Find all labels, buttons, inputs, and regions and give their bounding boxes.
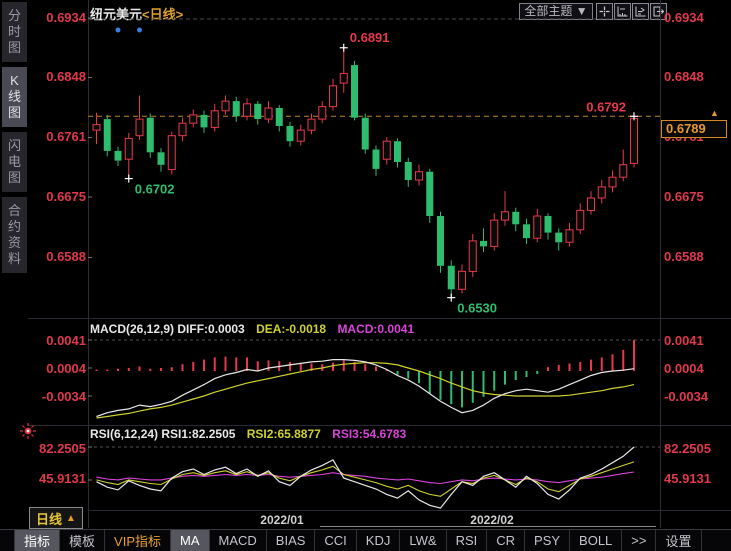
indicator-toolbar: 指标模板VIP指标MAMACDBIASCCIKDJLW&RSICRPSYBOLL… [0, 529, 731, 551]
price-axis-label-right: 0.6675 [664, 190, 726, 204]
date-label: 2022/01 [250, 513, 314, 527]
period-dropdown-button[interactable]: 日线 ▲ [29, 507, 83, 529]
svg-text:0.6530: 0.6530 [457, 301, 497, 316]
price-axis-label-left: 0.6675 [28, 190, 86, 204]
panel-divider [28, 425, 731, 426]
macd-dea-value: DEA:-0.0018 [256, 322, 326, 336]
price-axis-label-right: 0.6588 [664, 250, 726, 264]
price-axis-label-right: 0.6848 [664, 70, 726, 84]
toolbar-item-CCI[interactable]: CCI [315, 530, 356, 551]
price-marker-arrow: ▲ [710, 108, 719, 118]
sidebar-tab-合约资料[interactable]: 合约资料 [2, 197, 27, 273]
rsi-axis-label-left: 45.9131 [28, 472, 86, 486]
rsi-axis-label-right: 82.2505 [664, 442, 726, 456]
rsi2-value: RSI2:65.8877 [247, 427, 321, 441]
date-label: 2022/02 [460, 513, 524, 527]
svg-text:0.6792: 0.6792 [586, 99, 626, 114]
time-axis-line [320, 526, 656, 527]
macd-axis-label-right: 0.0041 [664, 334, 726, 348]
rsi-chart[interactable] [88, 432, 660, 512]
toolbar-item-VIP指标[interactable]: VIP指标 [105, 530, 171, 551]
panel-divider [28, 318, 731, 319]
right-axis-line [660, 0, 661, 528]
price-axis-label-left: 0.6761 [28, 130, 86, 144]
price-axis-label-left: 0.6848 [28, 70, 86, 84]
toolbar-item-PSY[interactable]: PSY [525, 530, 570, 551]
indicator-settings-icon[interactable] [20, 423, 36, 439]
sidebar-tab-K线图[interactable]: K线图 [2, 67, 27, 127]
rsi-axis-label-left: 82.2505 [28, 442, 86, 456]
macd-header: MACD(26,12,9) DIFF:0.0003 DEA:-0.0018 MA… [90, 322, 414, 336]
chart-type-sidebar: 分时图 K线图闪电图合约资料 [2, 2, 27, 278]
rsi3-value: RSI3:54.6783 [332, 427, 406, 441]
rsi-header: RSI(6,12,24) RSI1:82.2505 RSI2:65.8877 R… [90, 427, 406, 441]
rsi-axis-label-right: 45.9131 [664, 472, 726, 486]
macd-diff-value: MACD(26,12,9) DIFF:0.0003 [90, 322, 245, 336]
macd-axis-label-left: 0.0004 [28, 362, 86, 376]
toolbar-item-MACD[interactable]: MACD [210, 530, 267, 551]
toolbar-item-模板[interactable]: 模板 [60, 530, 105, 551]
period-label: 日线 [36, 509, 62, 528]
toolbar-item-LW&[interactable]: LW& [400, 530, 446, 551]
toolbar-item-BOLL[interactable]: BOLL [570, 530, 622, 551]
sidebar-tab-闪电图[interactable]: 闪电图 [2, 132, 27, 192]
current-price-box: 0.6789 [661, 120, 727, 138]
candlestick-chart[interactable]: 0.6702 0.6891 0.6530 0.6792 [88, 0, 660, 318]
rsi1-value: RSI(6,12,24) RSI1:82.2505 [90, 427, 235, 441]
toolbar-item-CR[interactable]: CR [487, 530, 525, 551]
price-axis-label-left: 0.6934 [28, 11, 86, 25]
sidebar-tab-分时图[interactable]: 分时图 [2, 2, 27, 62]
toolbar-item-RSI[interactable]: RSI [447, 530, 488, 551]
macd-macd-value: MACD:0.0041 [337, 322, 414, 336]
price-axis-label-left: 0.6588 [28, 250, 86, 264]
macd-axis-label-right: 0.0004 [664, 362, 726, 376]
macd-axis-label-left: -0.0034 [28, 390, 86, 404]
macd-axis-label-right: -0.0034 [664, 390, 726, 404]
toolbar-item-BIAS[interactable]: BIAS [267, 530, 316, 551]
toolbar-corner [0, 530, 15, 551]
toolbar-item-KDJ[interactable]: KDJ [357, 530, 401, 551]
svg-text:0.6702: 0.6702 [135, 182, 175, 197]
price-axis-label-right: 0.6934 [664, 11, 726, 25]
triangle-up-icon: ▲ [66, 513, 76, 524]
toolbar-item-指标[interactable]: 指标 [15, 530, 60, 551]
toolbar-item-MA[interactable]: MA [171, 530, 210, 551]
macd-chart[interactable] [88, 328, 660, 425]
svg-text:0.6891: 0.6891 [350, 30, 390, 45]
toolbar-item->>[interactable]: >> [622, 530, 656, 551]
macd-axis-label-left: 0.0041 [28, 334, 86, 348]
toolbar-item-设置[interactable]: 设置 [656, 530, 701, 551]
